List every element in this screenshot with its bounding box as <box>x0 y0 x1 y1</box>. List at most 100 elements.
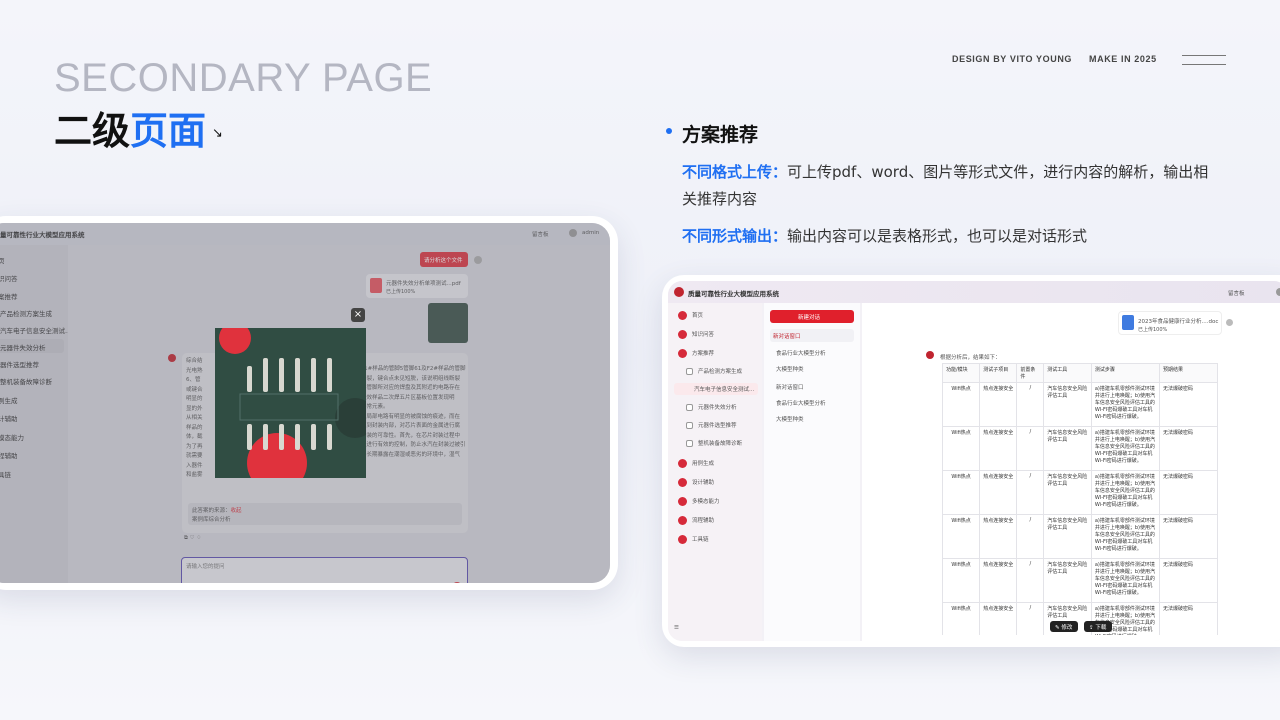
conv-item[interactable]: 食品行业大模型分析 <box>776 349 826 357</box>
line1-highlight: 不同格式上传： <box>682 163 788 181</box>
conversation-list: 新建对话 新对话窗口 食品行业大模型分析 大模型种类 新对话窗口 食品行业大模型… <box>764 303 860 641</box>
bot-avatar <box>926 351 934 359</box>
table-cell: / <box>1016 382 1045 427</box>
table-row: Wifi热点 热点连接安全 / 汽车信息安全风险评估工具 a)搭建车机零部件测试环境并进… <box>942 382 1218 427</box>
table-row: Wifi热点 热点连接安全 / 汽车信息安全风险评估工具 a)搭建车机零部件测试环境并进… <box>942 602 1218 635</box>
user-avatar <box>1226 319 1233 326</box>
edit-label-text: 修改 <box>1061 625 1073 631</box>
left-app-screen: 量可靠性行业大模型应用系统 留言板 admin 页 识问答 案推荐 产品检测方案… <box>0 223 610 583</box>
right-app-header: 质量可靠性行业大模型应用系统 留言板 <box>668 281 1280 303</box>
decorative-lines <box>1182 55 1226 65</box>
right-chat-area: 2023年食品健康行业分析....doc 已上传100% 根据分析后，结果如下：… <box>862 303 1280 641</box>
conv-item-active[interactable]: 新对话窗口 <box>773 332 801 340</box>
title-cn-blue: 页面 <box>130 109 207 153</box>
right-nav-label: 工具链 <box>692 537 709 543</box>
line2-text: 输出内容可以是表格形式，也可以是对话形式 <box>787 227 1088 245</box>
table-cell: / <box>1016 426 1045 471</box>
right-nav-item[interactable]: 整机装备故障诊断 <box>686 439 742 447</box>
design-by-text: DESIGN BY VITO YOUNG <box>952 54 1073 64</box>
table-header-cell: 预期结果 <box>1159 363 1218 383</box>
table-row: Wifi热点 热点连接安全 / 汽车信息安全风险评估工具 a)搭建车机零部件测试环境并进… <box>942 558 1218 603</box>
right-sidebar: 首页知识问答方案推荐产品检测方案生成汽车电子信息安全测试... 元器件失效分析元器… <box>668 303 762 641</box>
right-nav-item[interactable]: 流程辅助 <box>678 516 714 525</box>
right-nav-label: 设计辅助 <box>692 480 715 486</box>
right-nav-item[interactable]: 首页 <box>678 311 703 320</box>
right-nav-label: 元器件失效分析 <box>698 405 737 411</box>
nav-icon <box>678 535 687 544</box>
table-header-cell: 前置条件 <box>1016 363 1045 383</box>
right-nav-label: 多模态能力 <box>692 499 720 505</box>
menu-icon[interactable]: ☰ <box>674 625 679 631</box>
right-nav-label: 产品检测方案生成 <box>698 369 743 375</box>
table-cell: 热点连接安全 <box>979 426 1018 471</box>
table-cell: Wifi热点 <box>942 470 981 515</box>
right-message-board-button[interactable]: 留言板 <box>1228 289 1245 297</box>
table-cell: 热点连接安全 <box>979 382 1018 427</box>
right-nav-item[interactable]: 产品检测方案生成 <box>686 367 742 375</box>
table-cell: / <box>1016 602 1045 635</box>
circuit-board-image <box>215 328 366 478</box>
arrow-down-right-icon: ↘ <box>212 126 223 141</box>
solution-title: 方案推荐 <box>682 124 759 146</box>
table-cell: a)搭建车机零部件测试环境并进行上电唤醒；b)使用汽车信息安全风险评估工具的WI… <box>1090 382 1161 427</box>
table-cell: 无法爆破密码 <box>1159 426 1218 471</box>
right-nav-item[interactable]: 多模态能力 <box>678 497 720 506</box>
right-nav-item[interactable]: 方案推荐 <box>678 349 714 358</box>
title-cn-black: 二级 <box>54 109 131 153</box>
conv-item[interactable]: 新对话窗口 <box>776 383 804 391</box>
table-cell: 热点连接安全 <box>979 558 1018 603</box>
right-nav-label: 整机装备故障诊断 <box>698 441 743 447</box>
table-cell: Wifi热点 <box>942 558 981 603</box>
solution-line-1: 不同格式上传：可上传pdf、word、图片等形式文件，进行内容的解析，输出相关推… <box>682 159 1212 213</box>
nav-icon <box>678 497 687 506</box>
right-nav-item[interactable]: 工具链 <box>678 535 709 544</box>
right-nav-item[interactable]: 设计辅助 <box>678 478 714 487</box>
right-app-screen: 质量可靠性行业大模型应用系统 留言板 首页知识问答方案推荐产品检测方案生成汽车电… <box>668 281 1280 641</box>
table-cell: 热点连接安全 <box>979 514 1018 559</box>
table-cell: 热点连接安全 <box>979 470 1018 515</box>
table-row: Wifi热点 热点连接安全 / 汽车信息安全风险评估工具 a)搭建车机零部件测试环境并进… <box>942 470 1218 515</box>
table-cell: 无法爆破密码 <box>1159 602 1218 635</box>
right-nav-item[interactable]: 知识问答 <box>678 330 714 339</box>
table-cell: Wifi热点 <box>942 382 981 427</box>
nav-icon <box>678 311 687 320</box>
table-row: Wifi热点 热点连接安全 / 汽车信息安全风险评估工具 a)搭建车机零部件测试环境并进… <box>942 514 1218 559</box>
reply-intro: 根据分析后，结果如下： <box>940 355 1001 361</box>
line2-highlight: 不同形式输出： <box>682 227 788 245</box>
nav-icon <box>678 459 687 468</box>
right-nav-label: 流程辅助 <box>692 518 715 524</box>
conv-item[interactable]: 大模型种类 <box>776 365 804 373</box>
table-cell: Wifi热点 <box>942 602 981 635</box>
conv-item[interactable]: 大模型种类 <box>776 415 804 423</box>
right-nav-label: 方案推荐 <box>692 351 715 357</box>
right-nav-item[interactable]: 元器件选型推荐 <box>686 421 737 429</box>
table-cell: 汽车信息安全风险评估工具 <box>1043 426 1092 471</box>
table-row: Wifi热点 热点连接安全 / 汽车信息安全风险评估工具 a)搭建车机零部件测试环境并进… <box>942 426 1218 471</box>
nav-icon <box>686 422 693 429</box>
table-cell: a)搭建车机零部件测试环境并进行上电唤醒；b)使用汽车信息安全风险评估工具的WI… <box>1090 514 1161 559</box>
doc-file-status: 已上传100% <box>1138 327 1168 333</box>
secondary-page-title-en: SECONDARY PAGE <box>54 56 433 100</box>
right-nav-item[interactable]: 用例生成 <box>678 459 714 468</box>
table-cell: 汽车信息安全风险评估工具 <box>1043 470 1092 515</box>
nav-icon <box>678 516 687 525</box>
app-logo-icon <box>674 287 684 297</box>
result-table: 功能/模块 测试子项目 前置条件 测试工具 测试步骤 预期结果 Wifi热点 热点连接安全 /… <box>942 363 1218 635</box>
table-cell: 汽车信息安全风险评估工具 <box>1043 558 1092 603</box>
new-chat-label: 新建对话 <box>798 315 821 321</box>
right-app-title: 质量可靠性行业大模型应用系统 <box>688 290 779 298</box>
result-table-wrap: 功能/模块 测试子项目 前置条件 测试工具 测试步骤 预期结果 Wifi热点 热点连接安全 /… <box>942 363 1218 635</box>
table-cell: 汽车信息安全风险评估工具 <box>1043 382 1092 427</box>
right-nav-item[interactable]: 元器件失效分析 <box>686 403 737 411</box>
right-nav-item[interactable]: 汽车电子信息安全测试... <box>674 383 758 395</box>
nav-icon <box>686 404 693 411</box>
table-cell: Wifi热点 <box>942 514 981 559</box>
conv-item[interactable]: 食品行业大模型分析 <box>776 399 826 407</box>
nav-icon <box>686 440 693 447</box>
right-nav-label: 汽车电子信息安全测试... <box>694 387 755 393</box>
bullet-dot-icon <box>666 128 672 134</box>
table-cell: 无法爆破密码 <box>1159 470 1218 515</box>
right-avatar <box>1276 288 1280 296</box>
close-icon[interactable]: × <box>351 308 365 322</box>
table-cell: / <box>1016 470 1045 515</box>
